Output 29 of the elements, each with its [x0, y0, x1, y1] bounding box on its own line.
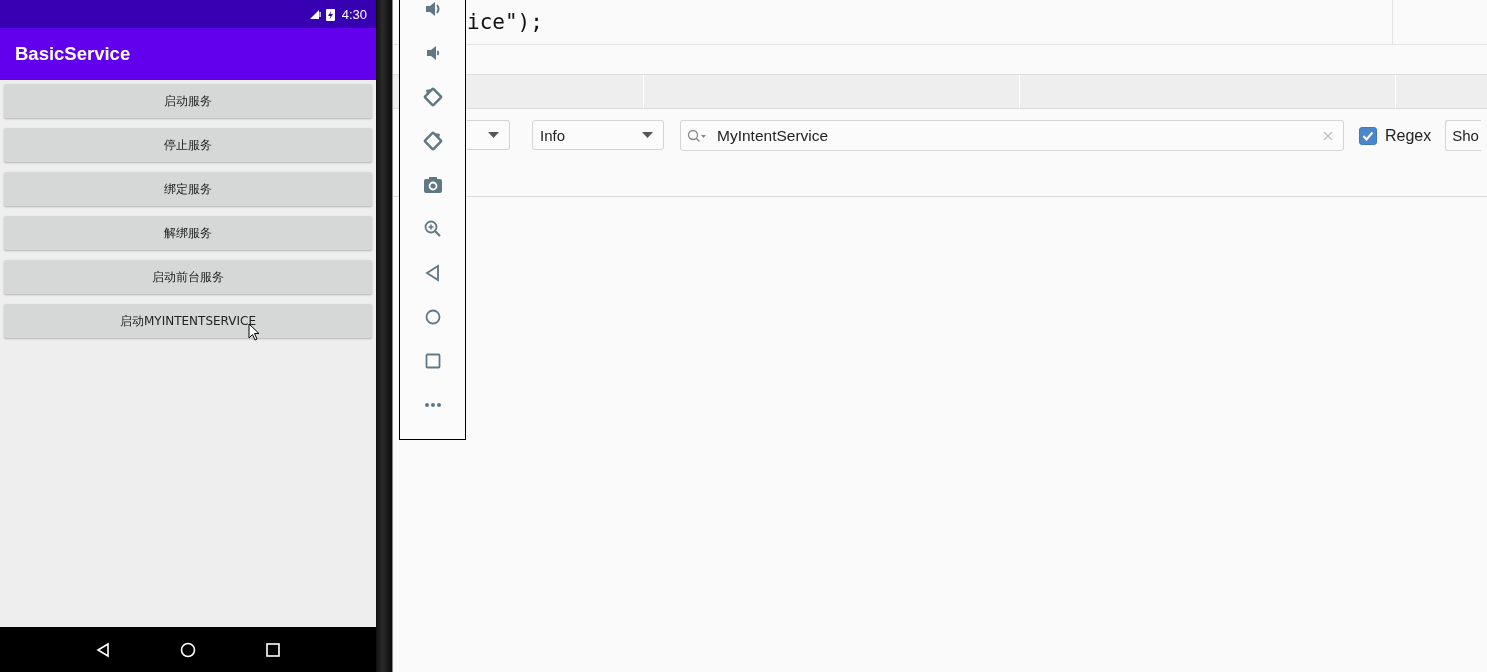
overview-icon[interactable] [265, 641, 282, 658]
app-title: BasicService [15, 43, 131, 65]
service-button[interactable]: 解绑服务 [4, 216, 372, 250]
caret-icon [642, 132, 653, 138]
camera-icon[interactable] [422, 175, 443, 195]
checkmark-icon [1362, 130, 1374, 141]
zoom-in-icon[interactable] [422, 219, 443, 239]
checkbox[interactable] [1359, 126, 1377, 145]
search-field[interactable]: MyIntentService [680, 120, 1344, 151]
service-button[interactable]: 停止服务 [4, 128, 372, 162]
service-button[interactable]: 启动前台服务 [4, 260, 372, 294]
signal-icon [308, 8, 321, 20]
checkbox-label: Regex [1385, 126, 1432, 145]
clock-time: 4:30 [341, 6, 367, 22]
code-text: ice"); [467, 10, 543, 34]
caret-icon [488, 132, 499, 138]
rotate-left-icon[interactable] [422, 87, 443, 107]
rotate-right-icon[interactable] [422, 131, 443, 151]
device-dropdown[interactable] [467, 120, 510, 150]
home-icon[interactable] [180, 641, 196, 658]
mouse-pointer-icon [248, 323, 260, 341]
service-button[interactable]: 绑定服务 [4, 172, 372, 206]
show-button[interactable]: Sho [1445, 120, 1481, 151]
service-button[interactable]: 启动MYINTENTSERVICE [4, 304, 372, 338]
service-button[interactable]: 启动服务 [4, 84, 372, 118]
battery-icon [325, 7, 335, 21]
search-icon [687, 128, 707, 143]
back-icon[interactable] [94, 641, 111, 658]
log-level-dropdown[interactable]: Info [532, 120, 664, 150]
